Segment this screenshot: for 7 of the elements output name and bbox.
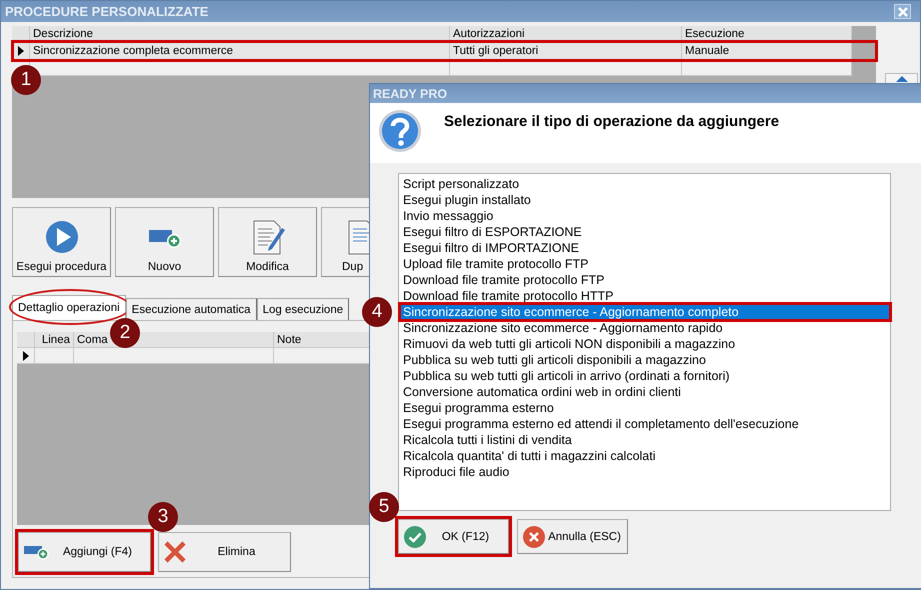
column-header: Linea [35, 332, 74, 348]
callout-badge: 5 [369, 492, 399, 522]
dialog-message: Selezionare il tipo di operazione da aggiungere [444, 113, 780, 130]
callout-badge: 4 [362, 297, 392, 327]
window-title: PROCEDURE PERSONALIZZATE [5, 4, 208, 19]
dialog-title: READY PRO [373, 86, 448, 100]
callout-badge: 1 [11, 65, 41, 95]
